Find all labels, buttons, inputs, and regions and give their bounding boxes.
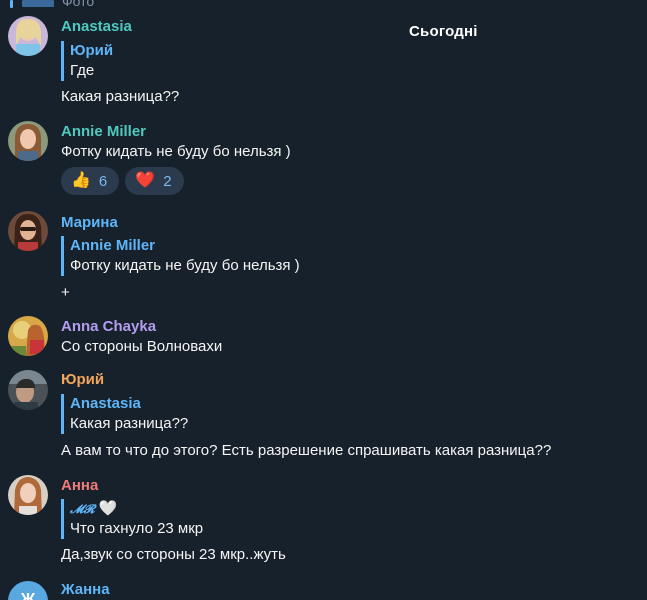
avatar[interactable]: Ж xyxy=(8,581,48,600)
reaction-thumbs-up[interactable]: 👍 6 xyxy=(61,167,120,195)
sender-name[interactable]: Anastasia xyxy=(61,18,132,36)
sender-name[interactable]: Annie Miller xyxy=(61,123,146,141)
reply-quote[interactable]: Annie Miller Фотку кидать не буду бо нел… xyxy=(61,236,300,276)
white-heart-icon: 🤍 xyxy=(98,500,118,517)
message-group: Anastasia Юрий Где Какая разница?? xyxy=(0,14,647,110)
photo-caption: Фото xyxy=(62,0,95,9)
reply-text: Что гахнуло 23 мкр xyxy=(70,520,204,537)
message-group: Юрий Anastasia Какая разница?? А вам то … xyxy=(0,370,647,466)
avatar[interactable] xyxy=(8,121,48,161)
reply-quote[interactable]: Юрий Где xyxy=(61,41,113,81)
reaction-count: 6 xyxy=(98,172,108,190)
avatar[interactable] xyxy=(8,475,48,515)
reply-sender: Anastasia xyxy=(70,395,141,412)
message-text: А вам то что до этого? Есть разрешение с… xyxy=(61,442,552,459)
reply-sender: Annie Miller xyxy=(70,237,156,254)
sender-name[interactable]: Марина xyxy=(61,214,118,232)
reply-quote[interactable]: Anastasia Какая разница?? xyxy=(61,394,188,434)
message-text: Со стороны Волновахи xyxy=(61,338,223,355)
message-text: Какая разница?? xyxy=(61,88,180,105)
sender-name[interactable]: Anna Chayka xyxy=(61,318,156,336)
sender-name[interactable]: Жанна xyxy=(61,581,110,599)
reaction-heart[interactable]: ❤️ 2 xyxy=(125,167,184,195)
reactions-bar: 👍 6 ❤️ 2 xyxy=(61,167,184,195)
message-text: Да,звук со стороны 23 мкр..жуть xyxy=(61,546,286,563)
avatar-letter: Ж xyxy=(20,591,36,600)
message-group: Ж Жанна xyxy=(0,579,647,600)
message-group: Anna Chayka Со стороны Волновахи xyxy=(0,316,647,362)
sender-name[interactable]: Юрий xyxy=(61,371,104,389)
thumbs-up-icon: 👍 xyxy=(71,172,91,189)
reply-sender: 𝓜𝓡 🤍 xyxy=(70,500,118,517)
avatar[interactable] xyxy=(8,316,48,356)
reply-text: Фотку кидать не буду бо нельзя ) xyxy=(70,257,300,274)
reply-bar xyxy=(10,0,13,8)
message-group: Annie Miller Фотку кидать не буду бо нел… xyxy=(0,120,647,200)
message-text: + xyxy=(61,284,70,301)
previous-message-fragment: Фото xyxy=(0,0,647,12)
reply-sender: Юрий xyxy=(70,42,114,59)
message-group: Марина Annie Miller Фотку кидать не буду… xyxy=(0,211,647,307)
message-group: Анна 𝓜𝓡 🤍 Что гахнуло 23 мкр Да,звук со … xyxy=(0,475,647,571)
heart-icon: ❤️ xyxy=(135,172,156,189)
reply-text: Какая разница?? xyxy=(70,415,189,432)
reply-quote[interactable]: 𝓜𝓡 🤍 Что гахнуло 23 мкр xyxy=(61,499,203,539)
reaction-count: 2 xyxy=(163,172,172,190)
sender-name[interactable]: Анна xyxy=(61,477,98,495)
photo-thumbnail[interactable] xyxy=(22,0,54,7)
avatar[interactable] xyxy=(8,370,48,410)
avatar[interactable] xyxy=(8,211,48,251)
avatar[interactable] xyxy=(8,16,48,56)
reply-text: Где xyxy=(70,62,95,79)
message-text: Фотку кидать не буду бо нельзя ) xyxy=(61,143,291,160)
